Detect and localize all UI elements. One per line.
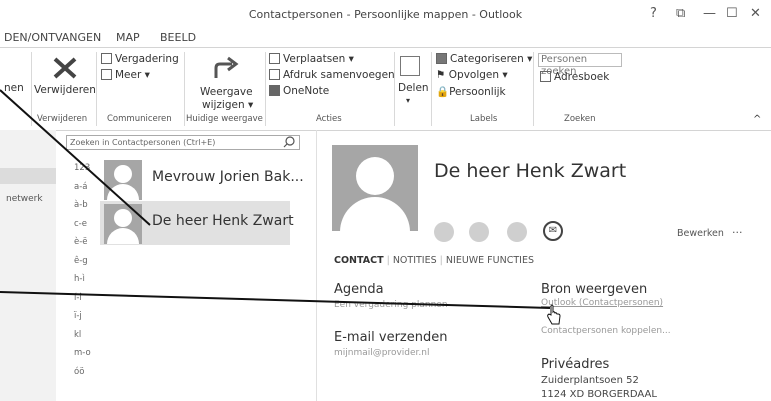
callout-lines [0,89,551,309]
hand-cursor-icon [547,304,561,325]
callout-line-contact [0,89,151,226]
callout-line-source [0,291,551,309]
